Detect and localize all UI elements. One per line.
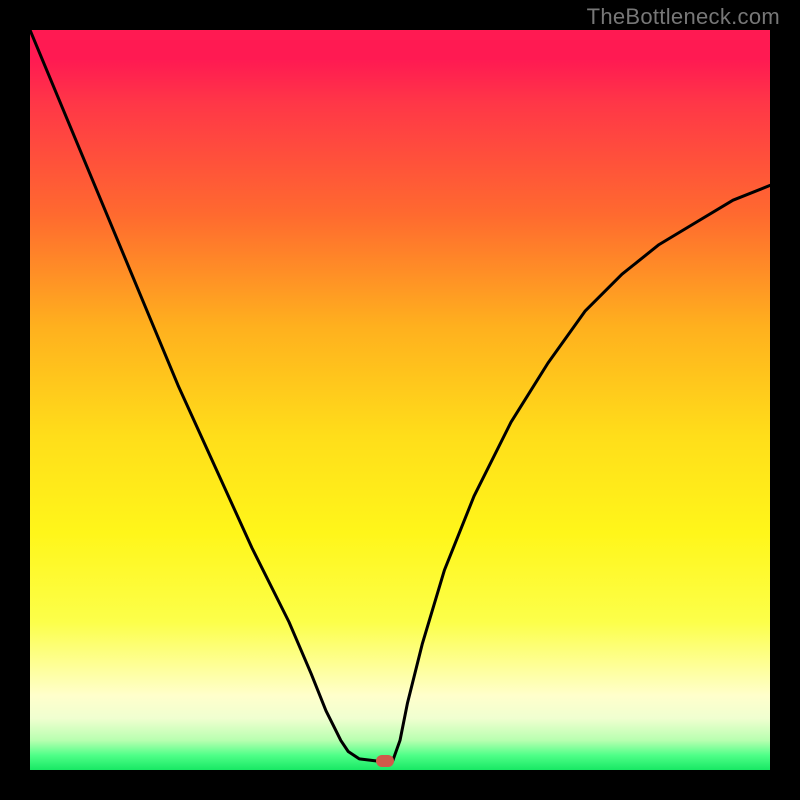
bottleneck-curve: [30, 30, 770, 770]
plot-area: [30, 30, 770, 770]
curve-path: [30, 30, 770, 761]
optimal-marker: [376, 755, 394, 767]
chart-frame: TheBottleneck.com: [0, 0, 800, 800]
watermark-text: TheBottleneck.com: [587, 4, 780, 30]
